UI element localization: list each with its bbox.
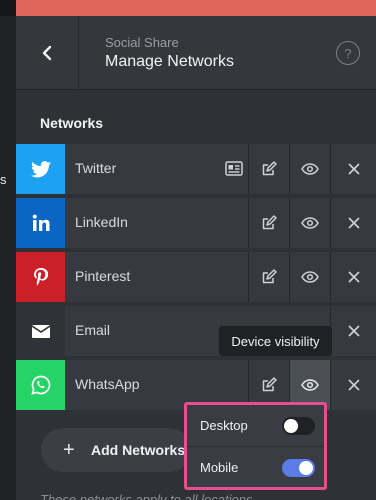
remove-button[interactable]: [330, 306, 376, 356]
device-visibility-tooltip: Device visibility: [219, 326, 332, 356]
close-icon: [347, 325, 360, 337]
option-desktop: Desktop: [187, 405, 324, 446]
section-title: Networks: [40, 115, 104, 131]
edit-icon: [262, 161, 277, 176]
network-row-pinterest: Pinterest: [16, 252, 376, 302]
remove-button[interactable]: [330, 144, 376, 194]
edit-button[interactable]: [248, 252, 289, 302]
add-networks-button[interactable]: + Add Networks: [41, 428, 191, 472]
remove-button[interactable]: [330, 360, 376, 410]
network-name: Pinterest: [75, 268, 131, 284]
remove-button[interactable]: [330, 252, 376, 302]
network-name: WhatsApp: [75, 376, 140, 392]
close-icon: [347, 217, 360, 229]
close-icon: [347, 163, 360, 175]
chevron-left-icon: [42, 45, 52, 61]
visibility-button[interactable]: [289, 252, 330, 302]
envelope-icon: [16, 306, 65, 356]
pinterest-p-icon: [16, 252, 65, 302]
add-networks-label: Add Networks: [91, 442, 186, 458]
header-subtitle: Social Share: [105, 35, 179, 50]
remove-button[interactable]: [330, 198, 376, 248]
visibility-popover: Desktop Mobile: [184, 402, 327, 490]
toggle-knob: [299, 460, 313, 475]
help-glyph: ?: [344, 45, 352, 61]
whatsapp-icon: [16, 360, 65, 410]
id-card-icon[interactable]: [225, 161, 243, 176]
edit-icon: [262, 377, 277, 392]
network-row-linkedin: LinkedIn: [16, 198, 376, 248]
option-label: Mobile: [200, 460, 239, 475]
plus-icon: +: [63, 438, 75, 461]
footer-note: These networks apply to all locations: [40, 492, 253, 500]
network-name: Email: [75, 322, 111, 338]
network-row-twitter: Twitter: [16, 144, 376, 194]
left-edge-char: s: [0, 172, 7, 187]
visibility-button[interactable]: [289, 144, 330, 194]
eye-icon: [301, 379, 319, 391]
visibility-button[interactable]: [289, 198, 330, 248]
eye-icon: [301, 163, 319, 175]
manage-networks-panel: Social Share Manage Networks ? Networks …: [16, 16, 376, 500]
twitter-bird-icon: [16, 144, 65, 194]
eye-icon: [301, 271, 319, 283]
help-icon[interactable]: ?: [336, 41, 360, 65]
edit-icon: [262, 269, 277, 284]
eye-icon: [301, 217, 319, 229]
panel-header: Social Share Manage Networks ?: [16, 16, 376, 90]
option-mobile: Mobile: [187, 447, 324, 488]
left-edge-strip: s r: [0, 16, 16, 500]
mobile-toggle[interactable]: [282, 458, 315, 477]
linkedin-in-icon: [16, 198, 65, 248]
close-icon: [347, 379, 360, 391]
desktop-toggle[interactable]: [282, 416, 315, 435]
back-button[interactable]: [16, 16, 79, 90]
close-icon: [347, 271, 360, 283]
left-edge-char: r: [0, 495, 4, 500]
edit-icon: [262, 215, 277, 230]
edit-button[interactable]: [248, 198, 289, 248]
page-title: Manage Networks: [105, 53, 234, 70]
top-bar: [0, 0, 376, 16]
network-name: Twitter: [75, 160, 117, 176]
network-name: LinkedIn: [75, 214, 128, 230]
edit-button[interactable]: [248, 144, 289, 194]
app-root: s r Social Share Manage Networks ? Netwo…: [0, 0, 376, 500]
option-label: Desktop: [200, 418, 248, 433]
toggle-knob: [284, 418, 298, 433]
top-accent-bar: [16, 0, 376, 16]
